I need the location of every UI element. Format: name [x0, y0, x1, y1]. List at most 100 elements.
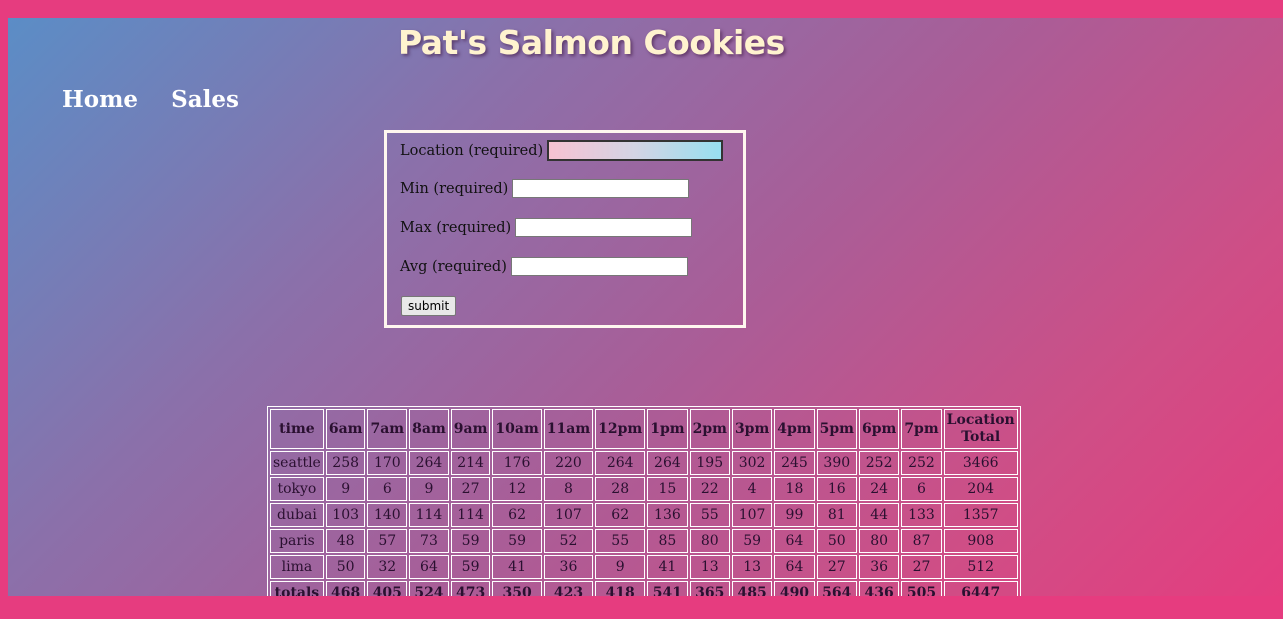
table-cell: 44 — [858, 503, 900, 527]
totals-cell: 365 — [689, 581, 730, 596]
max-label: Max (required) — [400, 219, 512, 236]
avg-row: Avg (required) — [400, 257, 688, 276]
table-cell: 264 — [409, 451, 449, 475]
table-cell: 22 — [689, 477, 730, 501]
table-cell: 140 — [367, 503, 408, 527]
column-header: 12pm — [595, 409, 646, 449]
table-cell: 27 — [901, 555, 942, 579]
table-cell: 195 — [689, 451, 730, 475]
totals-cell: 541 — [647, 581, 688, 596]
table-cell: 36 — [858, 555, 900, 579]
totals-cell: 564 — [816, 581, 857, 596]
grand-total-cell: 6447 — [943, 581, 1018, 596]
table-cell: 73 — [409, 529, 449, 553]
table-cell: 8 — [543, 477, 594, 501]
table-cell: 13 — [731, 555, 773, 579]
page-frame: Pat's Salmon Cookies Home Sales Location… — [8, 18, 1283, 596]
table-cell: 252 — [858, 451, 900, 475]
table-cell: 245 — [774, 451, 815, 475]
table-cell: 87 — [901, 529, 942, 553]
table-cell: 6 — [901, 477, 942, 501]
table-header-row: time 6am 7am 8am 9am 10am 11am 12pm 1pm 2pm 3pm 4pm… — [270, 409, 1018, 449]
table-cell: 81 — [816, 503, 857, 527]
table-cell: 176 — [492, 451, 542, 475]
table-cell: 28 — [595, 477, 646, 501]
table-cell: 107 — [731, 503, 773, 527]
table-cell: 80 — [689, 529, 730, 553]
table-cell: 55 — [689, 503, 730, 527]
table-cell: 52 — [543, 529, 594, 553]
column-header: 2pm — [689, 409, 730, 449]
column-header: 3pm — [731, 409, 773, 449]
totals-cell: 473 — [450, 581, 491, 596]
table-cell: 136 — [647, 503, 688, 527]
table-cell: 62 — [492, 503, 542, 527]
totals-cell: 423 — [543, 581, 594, 596]
new-location-form: Location (required) Min (required) Max (… — [384, 130, 746, 328]
totals-cell: 436 — [858, 581, 900, 596]
table-cell: 50 — [816, 529, 857, 553]
totals-cell: 350 — [492, 581, 542, 596]
table-row: seattle 258 170 264 214 176 220 264 264 195 302 245… — [270, 451, 1018, 475]
totals-cell: 490 — [774, 581, 815, 596]
min-input[interactable] — [512, 179, 690, 198]
totals-cell: 418 — [595, 581, 646, 596]
table-cell: 27 — [816, 555, 857, 579]
column-header: 1pm — [647, 409, 688, 449]
table-cell: 6 — [367, 477, 408, 501]
table-cell: 64 — [774, 529, 815, 553]
row-location-cell: seattle — [270, 451, 324, 475]
column-header: 11am — [543, 409, 594, 449]
table-cell: 264 — [595, 451, 646, 475]
table-row: paris 48 57 73 59 59 52 55 85 80 59 64 50 80 87 908 — [270, 529, 1018, 553]
row-location-cell: dubai — [270, 503, 324, 527]
table-cell: 59 — [492, 529, 542, 553]
column-header: 4pm — [774, 409, 815, 449]
table-cell: 48 — [325, 529, 366, 553]
table-cell: 64 — [774, 555, 815, 579]
table-cell: 80 — [858, 529, 900, 553]
table-cell: 12 — [492, 477, 542, 501]
table-cell: 13 — [689, 555, 730, 579]
totals-label-cell: totals — [270, 581, 324, 596]
table-cell: 59 — [731, 529, 773, 553]
nav-link-home[interactable]: Home — [62, 86, 138, 113]
table-cell: 36 — [543, 555, 594, 579]
table-cell: 302 — [731, 451, 773, 475]
table-totals-row: totals 468 405 524 473 350 423 418 541 365 485 490 5… — [270, 581, 1018, 596]
table-cell: 114 — [450, 503, 491, 527]
table-cell: 41 — [647, 555, 688, 579]
main-nav: Home Sales — [62, 86, 267, 113]
row-location-cell: tokyo — [270, 477, 324, 501]
table-cell: 114 — [409, 503, 449, 527]
column-header: 9am — [450, 409, 491, 449]
max-row: Max (required) — [400, 218, 693, 237]
submit-button[interactable]: submit — [401, 296, 457, 316]
table-cell: 220 — [543, 451, 594, 475]
table-cell: 24 — [858, 477, 900, 501]
table-cell: 258 — [325, 451, 366, 475]
column-header: 6am — [325, 409, 366, 449]
table-cell: 55 — [595, 529, 646, 553]
location-input[interactable] — [547, 140, 724, 161]
row-total-cell: 204 — [943, 477, 1018, 501]
avg-input[interactable] — [510, 257, 688, 276]
totals-cell: 405 — [367, 581, 408, 596]
table-cell: 214 — [450, 451, 491, 475]
row-total-cell: 908 — [943, 529, 1018, 553]
row-total-cell: 1357 — [943, 503, 1018, 527]
totals-cell: 468 — [325, 581, 366, 596]
column-header: 8am — [409, 409, 449, 449]
table-row: tokyo 9 6 9 27 12 8 28 15 22 4 18 16 24 6 204 — [270, 477, 1018, 501]
table-cell: 62 — [595, 503, 646, 527]
table-cell: 16 — [816, 477, 857, 501]
nav-link-sales[interactable]: Sales — [171, 86, 239, 113]
table-cell: 9 — [409, 477, 449, 501]
table-cell: 264 — [647, 451, 688, 475]
table-cell: 59 — [450, 529, 491, 553]
column-header: 5pm — [816, 409, 857, 449]
table-cell: 59 — [450, 555, 491, 579]
table-cell: 41 — [492, 555, 542, 579]
table-cell: 9 — [325, 477, 366, 501]
max-input[interactable] — [515, 218, 693, 237]
